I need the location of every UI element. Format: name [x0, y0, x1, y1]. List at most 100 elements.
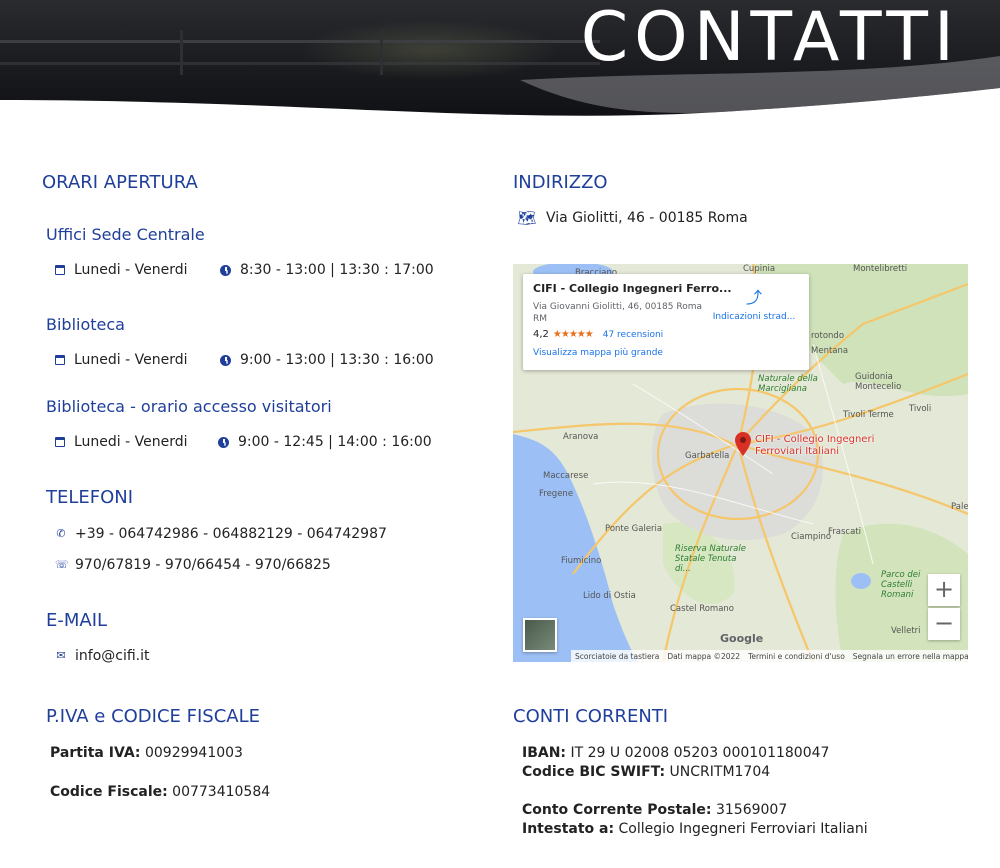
piva-label: Partita IVA:	[50, 745, 141, 761]
phone-numbers[interactable]: +39 - 064742986 - 064882129 - 064742987	[75, 526, 387, 542]
map-label: Tivoli Terme	[843, 410, 894, 420]
map-marked-icon: 🗺	[517, 209, 537, 227]
envelope-icon: ✉	[56, 649, 66, 662]
map-label: Ciampino	[791, 532, 832, 542]
page-title: CONTATTI	[580, 0, 960, 77]
piva-value: 00929941003	[144, 745, 243, 761]
map-label: Montelibretti	[853, 264, 908, 274]
map-label: Garbatella	[685, 451, 730, 461]
schedule-row: 9:00 - 13:00 | 13:30 : 16:00	[220, 352, 434, 368]
directions-button[interactable]: ⤴ Indicazioni strad...	[709, 284, 799, 322]
bic-label: Codice BIC SWIFT:	[522, 764, 666, 780]
map-label: Riserva Naturale Statale Tenuta di...	[675, 544, 746, 574]
schedule-row: Lunedi - Venerdi	[55, 352, 188, 368]
map-label: Cupinia	[743, 264, 776, 274]
hero-banner: CONTATTI	[0, 0, 1000, 122]
clock-icon	[220, 264, 231, 276]
map-label: Mentana	[811, 346, 849, 356]
map-label: Parco dei Castelli Romani	[881, 570, 921, 600]
email-row: ✉ info@cifi.it	[55, 648, 150, 664]
group-title: Biblioteca	[46, 315, 125, 334]
cf-value: 00773410584	[172, 784, 271, 800]
schedule-row: 9:00 - 12:45 | 14:00 : 16:00	[218, 434, 432, 450]
phone-volume-icon: ☏	[55, 558, 69, 571]
report-error-link[interactable]: Segnala un errore nella mappa	[853, 652, 968, 661]
iban-line: IBAN: IT 29 U 02008 05203 000101180047	[522, 745, 829, 761]
clock-icon	[218, 436, 229, 448]
map-label: rotondo	[811, 331, 845, 341]
schedule-days: Lunedi - Venerdi	[74, 434, 188, 450]
phone-row: ✆ +39 - 064742986 - 064882129 - 06474298…	[55, 526, 387, 542]
section-heading-telefoni: TELEFONI	[46, 487, 134, 508]
postale-label: Conto Corrente Postale:	[522, 802, 712, 818]
map-label: Pale	[951, 502, 968, 512]
schedule-days: Lunedi - Venerdi	[74, 352, 188, 368]
section-heading-conti: CONTI CORRENTI	[513, 706, 669, 727]
rating-value: 4,2	[533, 329, 549, 340]
directions-label: Indicazioni strad...	[712, 312, 796, 322]
internal-numbers: 970/67819 - 970/66454 - 970/66825	[75, 557, 331, 573]
map-data-text: Dati mappa ©2022	[667, 651, 741, 661]
address-row: 🗺 Via Giolitti, 46 - 00185 Roma	[517, 209, 748, 227]
cf-line: Codice Fiscale: 00773410584	[50, 784, 270, 800]
map-footer: Scorciatoie da tastiera Dati mappa ©2022…	[571, 650, 968, 662]
bic-value: UNCRITM1704	[669, 764, 771, 780]
map-label: Fregene	[539, 489, 574, 499]
iban-label: IBAN:	[522, 745, 567, 761]
google-logo: Google	[720, 632, 764, 645]
postale-value: 31569007	[715, 802, 788, 818]
group-title: Uffici Sede Centrale	[46, 225, 205, 244]
section-heading-email: E-MAIL	[46, 610, 108, 631]
schedule-hours: 9:00 - 13:00 | 13:30 : 16:00	[240, 352, 434, 368]
pin-label[interactable]: CIFI - Collegio Ingegneri Ferroviari Ita…	[755, 434, 874, 458]
iban-value: IT 29 U 02008 05203 000101180047	[570, 745, 830, 761]
map-label: Tivoli	[909, 404, 932, 414]
schedule-row: Lunedi - Venerdi	[55, 262, 188, 278]
satellite-toggle-button[interactable]	[523, 618, 557, 652]
schedule-row: 8:30 - 13:00 | 13:30 : 17:00	[220, 262, 434, 278]
keyboard-shortcuts-link[interactable]: Scorciatoie da tastiera	[575, 652, 659, 661]
group-title: Biblioteca - orario accesso visitatori	[46, 397, 332, 416]
place-rating: 4,2 ★★★★★ 47 recensioni	[533, 329, 799, 340]
bic-line: Codice BIC SWIFT: UNCRITM1704	[522, 764, 770, 780]
intestato-value: Collegio Ingegneri Ferroviari Italiani	[618, 821, 868, 837]
email-link[interactable]: info@cifi.it	[75, 648, 150, 664]
address-text: Via Giolitti, 46 - 00185 Roma	[546, 210, 748, 226]
directions-icon: ⤴	[745, 288, 762, 307]
pin-label-line: CIFI - Collegio Ingegneri	[755, 434, 875, 445]
phone-icon: ✆	[56, 527, 66, 540]
zoom-in-button[interactable]: +	[928, 574, 960, 606]
clock-icon	[220, 354, 231, 366]
schedule-hours: 8:30 - 13:00 | 13:30 : 17:00	[240, 262, 434, 278]
map-label: Naturale della Marcigliana	[758, 374, 818, 394]
zoom-out-button[interactable]: −	[928, 608, 960, 640]
view-larger-map-link[interactable]: Visualizza mappa più grande	[533, 348, 799, 358]
internal-phone-row: ☏ 970/67819 - 970/66454 - 970/66825	[55, 557, 331, 573]
embedded-map[interactable]: Bracciano Cupinia Montelibretti rotondo …	[513, 264, 968, 662]
pin-label-line: Ferroviari Italiani	[755, 446, 839, 457]
map-label: Aranova	[563, 432, 599, 442]
map-label: Ponte Galeria	[605, 524, 663, 534]
calendar-icon	[55, 265, 65, 275]
place-card: CIFI - Collegio Ingegneri Ferro... Via G…	[523, 274, 809, 370]
rating-stars-icon: ★★★★★	[552, 329, 594, 340]
schedule-days: Lunedi - Venerdi	[74, 262, 188, 278]
postale-line: Conto Corrente Postale: 31569007	[522, 802, 787, 818]
schedule-row: Lunedi - Venerdi	[55, 434, 188, 450]
map-label: Guidonia Montecelio	[855, 372, 902, 392]
terms-link[interactable]: Termini e condizioni d'uso	[748, 652, 845, 661]
map-label: Lido di Ostia	[583, 591, 636, 601]
place-address: Via Giovanni Giolitti, 46, 00185 Roma RM	[533, 302, 702, 324]
map-label: Fiumicino	[561, 556, 602, 566]
piva-line: Partita IVA: 00929941003	[50, 745, 243, 761]
section-heading-orari: ORARI APERTURA	[42, 172, 198, 193]
section-heading-indirizzo: INDIRIZZO	[513, 172, 608, 193]
calendar-icon	[55, 355, 65, 365]
map-label: Frascati	[828, 527, 861, 537]
map-label: Maccarese	[543, 471, 589, 481]
section-heading-piva: P.IVA e CODICE FISCALE	[46, 706, 261, 727]
map-pin-icon[interactable]	[735, 432, 751, 456]
map-label: Castel Romano	[670, 604, 734, 614]
intestato-label: Intestato a:	[522, 821, 615, 837]
reviews-link[interactable]: 47 recensioni	[603, 330, 663, 340]
